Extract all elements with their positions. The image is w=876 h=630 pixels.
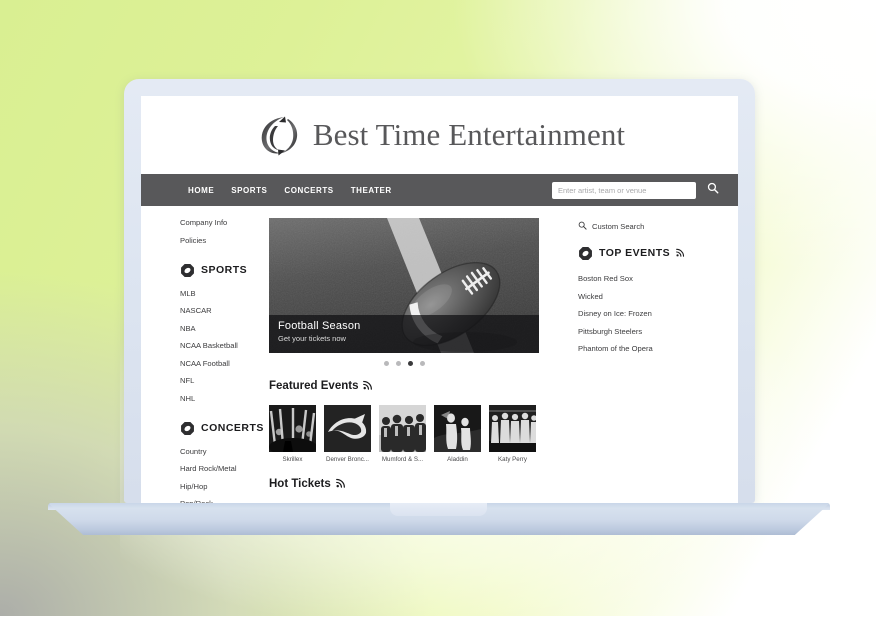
swoosh-ribbon-logo-icon [254,110,304,160]
nav-item-home[interactable]: HOME [188,186,214,195]
thumbnail-stage-performers [434,405,481,452]
thumbnail-dancers-lineup [489,405,536,452]
laptop-base-notch [390,503,487,516]
carousel-dot-2[interactable] [395,361,401,366]
octagon-badge-icon [578,246,593,261]
nav-item-theater[interactable]: THEATER [351,186,392,195]
sidebar-link-nba[interactable]: NBA [180,324,269,333]
custom-search-link[interactable]: Custom Search [578,221,724,232]
sidebar-link-policies[interactable]: Policies [180,236,269,245]
top-events-title: TOP EVENTS [599,247,671,259]
featured-event-label: Aladdin [447,456,468,463]
carousel-dot-4[interactable] [419,361,425,366]
sidebar-section-title-concerts: CONCERTS [201,422,264,434]
top-event-link-boston-red-sox[interactable]: Boston Red Sox [578,274,724,283]
hot-tickets-title: Hot Tickets [269,478,331,490]
featured-event-label: Skrillex [282,456,303,463]
nav-links: HOME SPORTS CONCERTS THEATER [188,186,392,195]
site-title: Best Time Entertainment [312,117,626,152]
hot-tickets-header: Hot Tickets [269,475,569,493]
hero-title: Football Season [278,320,361,332]
site-body: Company Info Policies SPORTS MLB NASCAR … [141,206,738,503]
site-logo[interactable]: Best Time Entertainment [254,110,625,160]
thumbnail-concert-stage-lights [269,405,316,452]
featured-event-item[interactable]: Katy Perry [489,405,536,463]
rss-icon[interactable] [363,377,373,395]
featured-event-item[interactable]: Mumford & S... [379,405,426,463]
featured-event-item[interactable]: Denver Bronc... [324,405,371,463]
search-icon [578,221,587,232]
featured-event-label: Katy Perry [498,456,527,463]
laptop-mockup: Best Time Entertainment HOME SPORTS CONC… [0,0,876,616]
featured-event-label: Mumford & S... [381,456,424,463]
hero-carousel[interactable]: Football Season Get your tickets now [269,218,539,353]
top-event-link-phantom-of-the-opera[interactable]: Phantom of the Opera [578,344,724,353]
site-header: Best Time Entertainment [141,96,738,174]
sidebar-link-ncaa-football[interactable]: NCAA Football [180,359,269,368]
octagon-badge-icon [180,263,195,278]
octagon-badge-icon [180,421,195,436]
right-sidebar: Custom Search TOP EVENTS Boston Red Sox … [578,218,738,503]
hero-subtitle: Get your tickets now [278,334,346,343]
featured-event-label: Denver Bronc... [326,456,369,463]
top-event-link-pittsburgh-steelers[interactable]: Pittsburgh Steelers [578,327,724,336]
search-icon [707,181,719,199]
featured-events-list: Skrillex Denver Bronc... Mumford & S... … [269,405,569,463]
thumbnail-broncos-logo [324,405,371,452]
carousel-dot-3[interactable] [407,361,413,366]
sidebar-link-hip-hop[interactable]: Hip/Hop [180,482,269,491]
nav-item-concerts[interactable]: CONCERTS [284,186,333,195]
laptop-screen: Best Time Entertainment HOME SPORTS CONC… [141,96,738,503]
featured-event-item[interactable]: Aladdin [434,405,481,463]
sidebar-section-sports-header: SPORTS [180,263,269,278]
sidebar-link-hard-rock-metal[interactable]: Hard Rock/Metal [180,464,269,473]
hero-caption: Football Season Get your tickets now [269,315,539,353]
top-event-link-wicked[interactable]: Wicked [578,292,724,301]
sidebar-link-mlb[interactable]: MLB [180,289,269,298]
search-submit-button[interactable] [702,179,724,201]
carousel-dot-1[interactable] [383,361,389,366]
featured-events-title: Featured Events [269,380,359,392]
top-events-header: TOP EVENTS [578,244,724,262]
sidebar-link-nhl[interactable]: NHL [180,394,269,403]
featured-event-item[interactable]: Skrillex [269,405,316,463]
rss-icon[interactable] [676,244,685,262]
rss-icon[interactable] [335,475,346,493]
thumbnail-band-group-photo [379,405,426,452]
sidebar-link-nascar[interactable]: NASCAR [180,306,269,315]
sidebar-link-country[interactable]: Country [180,447,269,456]
search-box[interactable] [552,181,696,199]
custom-search-label: Custom Search [592,222,645,231]
sidebar-link-company-info[interactable]: Company Info [180,218,269,227]
left-sidebar: Company Info Policies SPORTS MLB NASCAR … [141,218,269,503]
carousel-dots [269,361,539,366]
sidebar-link-ncaa-basketball[interactable]: NCAA Basketball [180,341,269,350]
search-input[interactable] [558,185,690,195]
featured-events-header: Featured Events [269,377,569,395]
nav-item-sports[interactable]: SPORTS [231,186,267,195]
top-event-link-disney-on-ice-frozen[interactable]: Disney on Ice: Frozen [578,309,724,318]
sidebar-section-concerts-header: CONCERTS [180,421,269,436]
sidebar-link-nfl[interactable]: NFL [180,376,269,385]
main-content: Football Season Get your tickets now Fea… [269,218,578,503]
main-navigation: HOME SPORTS CONCERTS THEATER [141,174,738,206]
sidebar-section-title-sports: SPORTS [201,264,248,276]
